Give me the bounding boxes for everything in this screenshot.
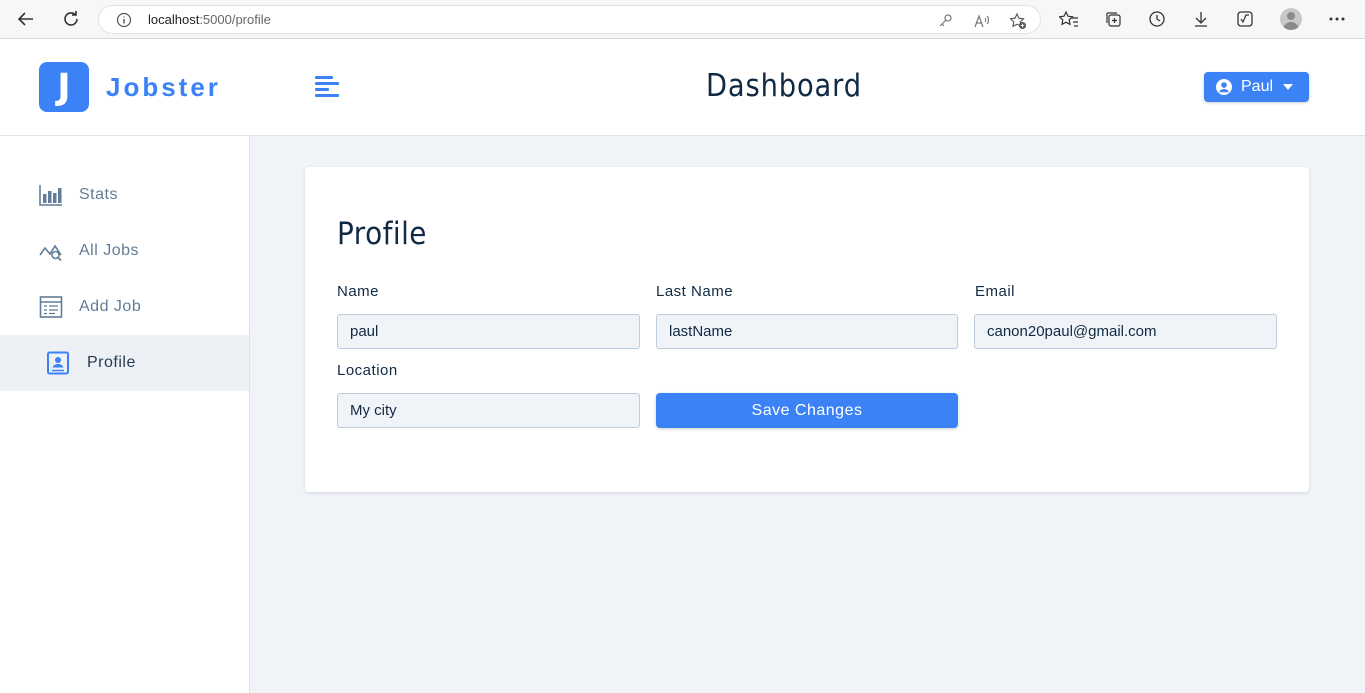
sidebar-toggle-button[interactable] [312, 74, 340, 100]
url-path: :5000/profile [199, 12, 271, 27]
last-name-field[interactable] [656, 314, 958, 349]
last-name-label: Last Name [656, 283, 734, 300]
add-favorite-icon[interactable] [1008, 11, 1028, 31]
key-icon[interactable] [935, 11, 955, 31]
logo-text: Jobster [106, 72, 221, 102]
logo-icon: J [39, 62, 89, 112]
profile-card-icon [47, 351, 69, 375]
address-bar[interactable]: localhost:5000/profile [98, 5, 1041, 34]
refresh-icon[interactable] [59, 8, 83, 30]
sidebar-item-label: All Jobs [79, 242, 140, 259]
user-name: Paul [1241, 78, 1274, 95]
name-label: Name [337, 283, 380, 300]
page-title: Dashboard [706, 68, 862, 104]
name-field[interactable] [337, 314, 640, 349]
email-label: Email [975, 283, 1016, 300]
download-icon[interactable] [1190, 8, 1212, 30]
favorites-icon[interactable] [1058, 8, 1080, 30]
browser-toolbar: localhost:5000/profile [0, 0, 1365, 39]
url-text: localhost:5000/profile [148, 12, 271, 27]
math-solver-icon[interactable] [1234, 8, 1256, 30]
sidebar-item-add-job[interactable]: Add Job [0, 279, 249, 335]
sidebar-item-label: Stats [79, 186, 118, 203]
user-menu-button[interactable]: Paul [1204, 72, 1309, 102]
form-icon [39, 296, 63, 318]
info-icon[interactable] [116, 12, 132, 28]
url-host: localhost [148, 12, 200, 27]
save-changes-button[interactable]: Save Changes [656, 393, 958, 428]
location-label: Location [337, 362, 398, 379]
profile-title: Profile [337, 216, 427, 252]
sidebar-item-profile[interactable]: Profile [0, 335, 249, 391]
location-field[interactable] [337, 393, 640, 428]
sidebar-item-stats[interactable]: Stats [0, 167, 249, 223]
sidebar-item-label: Add Job [79, 298, 142, 315]
browser-profile-avatar[interactable] [1280, 8, 1302, 30]
history-icon[interactable] [1146, 8, 1168, 30]
collections-icon[interactable] [1102, 8, 1124, 30]
chevron-down-icon [1283, 84, 1294, 90]
sidebar-item-label: Profile [87, 354, 136, 371]
sidebar-item-all-jobs[interactable]: All Jobs [0, 223, 249, 279]
query-stats-icon [39, 244, 62, 262]
bar-chart-icon [39, 185, 62, 206]
email-field[interactable] [974, 314, 1277, 349]
back-arrow-icon[interactable] [14, 8, 38, 30]
read-aloud-icon[interactable] [972, 11, 992, 31]
more-options-icon[interactable] [1326, 8, 1348, 30]
user-circle-icon [1216, 79, 1232, 95]
